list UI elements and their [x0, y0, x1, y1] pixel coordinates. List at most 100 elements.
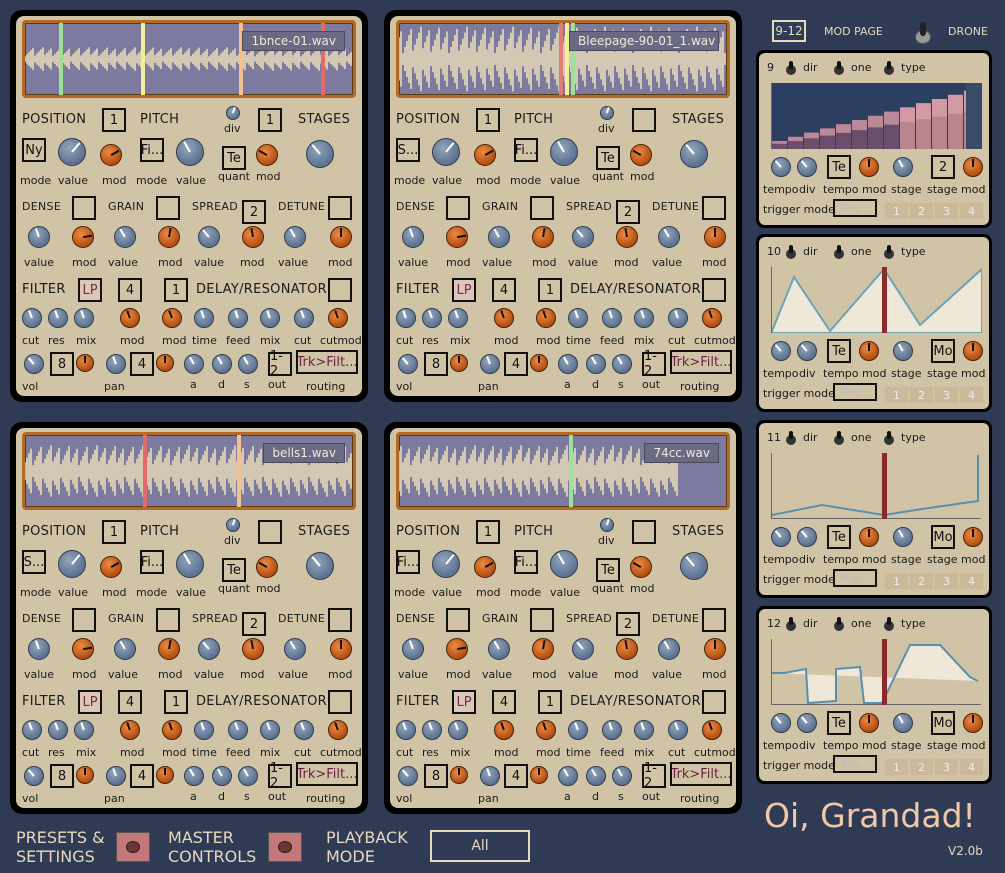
tempo-mode-box[interactable]: Te	[827, 711, 851, 735]
tempo-mod-knob[interactable]	[859, 527, 879, 547]
vol-knob[interactable]	[398, 766, 418, 786]
pitch-mod-knob[interactable]	[630, 556, 652, 578]
row3-knob[interactable]	[242, 226, 264, 248]
vol-knob[interactable]	[24, 354, 44, 374]
delay-toggle-box[interactable]	[702, 278, 726, 302]
filter-knob[interactable]	[494, 308, 514, 328]
row3-knob[interactable]	[446, 226, 468, 248]
pan-knob[interactable]	[106, 766, 126, 786]
tempo-knob[interactable]	[771, 527, 791, 547]
stage-mod-knob[interactable]	[963, 341, 983, 361]
stage-knob[interactable]	[893, 713, 913, 733]
mode-select[interactable]: S...	[396, 138, 420, 162]
dir-toggle-icon[interactable]	[785, 617, 797, 631]
tempo-mode-box[interactable]: Te	[827, 339, 851, 363]
quant-select[interactable]: Te	[222, 558, 246, 582]
sustain-knob[interactable]	[612, 766, 632, 786]
div-knob[interactable]	[797, 157, 817, 177]
filter-knob[interactable]	[48, 720, 68, 740]
filter-type-select[interactable]: LP	[452, 278, 476, 302]
stage-knob[interactable]	[893, 341, 913, 361]
stage-segment[interactable]: 4	[960, 759, 983, 775]
pan-knob[interactable]	[480, 354, 500, 374]
pan-mod-knob[interactable]	[156, 354, 174, 372]
stage-segment[interactable]: 1	[885, 759, 908, 775]
div-knob[interactable]	[600, 518, 614, 532]
stage-segment[interactable]: 2	[910, 387, 933, 403]
sample-filename[interactable]: bells1.wav	[263, 443, 345, 463]
waveform-display[interactable]: Bleepage-90-01_1.wav	[396, 20, 730, 98]
row3-knob[interactable]	[532, 226, 554, 248]
grain-box[interactable]	[530, 608, 554, 632]
row3-knob[interactable]	[402, 226, 424, 248]
row3-knob[interactable]	[114, 638, 136, 660]
trigger-mode-select[interactable]: Trig...	[833, 383, 877, 401]
sustain-knob[interactable]	[238, 354, 258, 374]
position-mod-knob[interactable]	[474, 556, 496, 578]
routing-select[interactable]: Trk>Filt...	[670, 350, 732, 374]
one-toggle-icon[interactable]	[833, 617, 845, 631]
position-mod-knob[interactable]	[100, 556, 122, 578]
vol-knob[interactable]	[24, 766, 44, 786]
row3-knob[interactable]	[488, 638, 510, 660]
delay-toggle-box[interactable]	[328, 278, 352, 302]
sample-filename[interactable]: Bleepage-90-01_1.wav	[569, 31, 719, 51]
pitch-mode-select[interactable]: Fi...	[140, 550, 164, 574]
one-toggle-icon[interactable]	[833, 61, 845, 75]
routing-select[interactable]: Trk>Filt...	[670, 762, 732, 786]
row3-knob[interactable]	[446, 638, 468, 660]
mod-envelope-graph[interactable]	[771, 266, 983, 334]
stage-segment[interactable]: 3	[935, 573, 958, 589]
attack-knob[interactable]	[184, 354, 204, 374]
stages-knob[interactable]	[306, 140, 334, 168]
row3-knob[interactable]	[198, 638, 220, 660]
vol-box[interactable]: 8	[424, 352, 448, 376]
filter-knob[interactable]	[328, 308, 348, 328]
waveform-display[interactable]: bells1.wav	[22, 432, 356, 510]
attack-knob[interactable]	[558, 354, 578, 374]
row3-knob[interactable]	[158, 638, 180, 660]
filter-type-select[interactable]: LP	[78, 278, 102, 302]
stage-segment[interactable]: 3	[935, 387, 958, 403]
routing-select[interactable]: Trk>Filt...	[296, 762, 358, 786]
position-mod-knob[interactable]	[100, 144, 122, 166]
vol-mod-knob[interactable]	[76, 354, 94, 372]
div-knob[interactable]	[797, 713, 817, 733]
stage-segment[interactable]: 4	[960, 203, 983, 219]
div-knob[interactable]	[797, 341, 817, 361]
position-box[interactable]: 1	[476, 108, 500, 132]
vol-mod-knob[interactable]	[450, 766, 468, 784]
filter-knob[interactable]	[536, 308, 556, 328]
playback-mode-select[interactable]: All	[430, 830, 530, 862]
vol-box[interactable]: 8	[50, 764, 74, 788]
filter-knob[interactable]	[328, 720, 348, 740]
stage-box[interactable]: Mo	[931, 525, 955, 549]
pitch-mode-select[interactable]: Fi...	[514, 138, 538, 162]
filter-knob[interactable]	[702, 720, 722, 740]
mod-envelope-graph[interactable]	[771, 83, 982, 149]
filter-poles-box[interactable]: 4	[492, 690, 516, 714]
row3-knob[interactable]	[704, 226, 726, 248]
vol-mod-knob[interactable]	[76, 766, 94, 784]
trigger-mode-select[interactable]: Trig...	[833, 755, 877, 773]
pan-box[interactable]: 4	[130, 764, 154, 788]
row3-knob[interactable]	[572, 638, 594, 660]
pitch-box[interactable]	[258, 520, 282, 544]
trigger-mode-select[interactable]: Trig...	[833, 199, 877, 217]
attack-knob[interactable]	[558, 766, 578, 786]
filter-knob[interactable]	[702, 308, 722, 328]
waveform-display[interactable]: 74cc.wav	[396, 432, 730, 510]
dir-toggle-icon[interactable]	[785, 431, 797, 445]
filter-knob[interactable]	[396, 308, 416, 328]
master-controls-button[interactable]	[268, 832, 302, 862]
tempo-knob[interactable]	[771, 341, 791, 361]
filter-knob[interactable]	[634, 308, 654, 328]
pan-mod-knob[interactable]	[156, 766, 174, 784]
output-select[interactable]: 1-2	[642, 349, 666, 379]
quant-select[interactable]: Te	[596, 146, 620, 170]
row3-knob[interactable]	[658, 638, 680, 660]
one-toggle-icon[interactable]	[833, 245, 845, 259]
pitch-box[interactable]: 1	[258, 108, 282, 132]
grain-box[interactable]	[156, 196, 180, 220]
vol-box[interactable]: 8	[50, 352, 74, 376]
